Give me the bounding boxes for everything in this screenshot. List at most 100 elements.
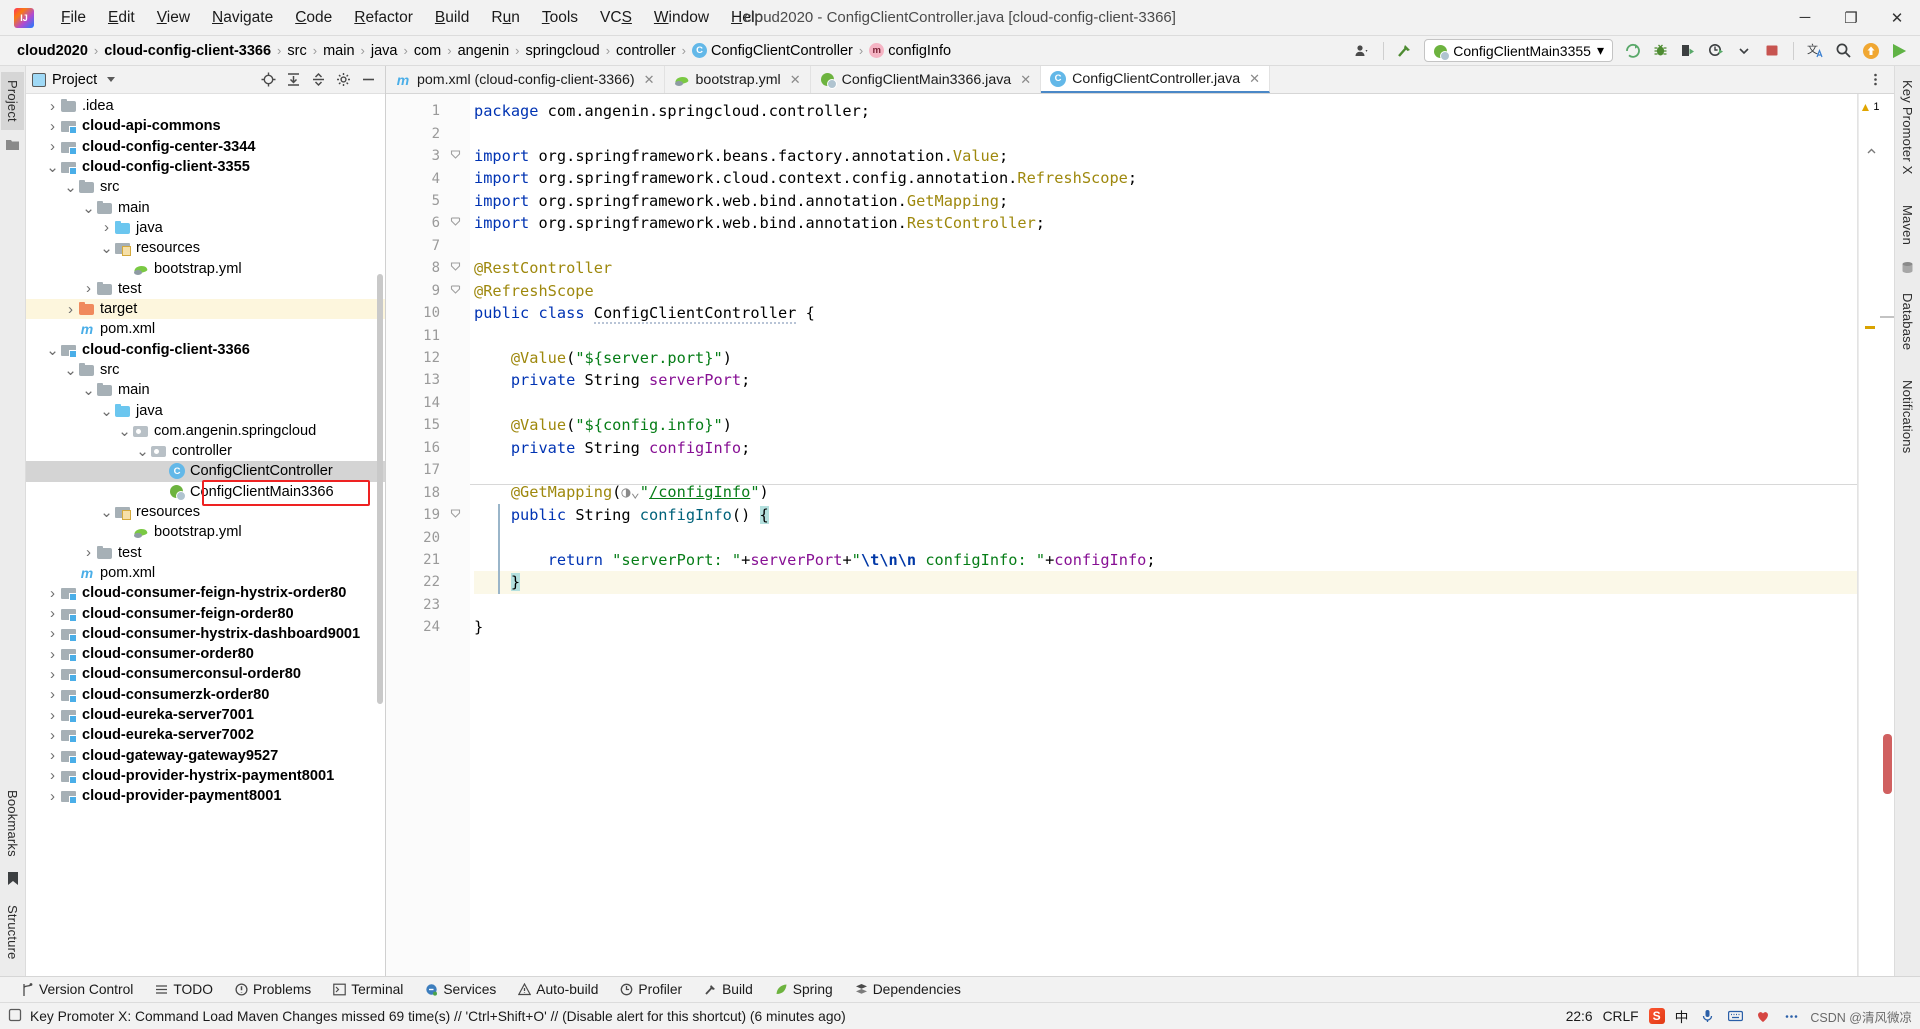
breadcrumb-item-configclientcontroller[interactable]: C ConfigClientController [687,41,858,61]
code-line-13[interactable]: private String serverPort; [474,369,1858,391]
menu-run[interactable]: Run [480,5,530,31]
code-line-12[interactable]: @Value("${server.port}") [474,347,1858,369]
menu-help[interactable]: Help [720,5,774,31]
code-line-4[interactable]: import org.springframework.cloud.context… [474,167,1858,189]
chevron-right-icon[interactable]: › [44,686,61,703]
settings-gear-icon[interactable] [332,69,354,91]
chevron-down-icon[interactable]: ⌄ [62,361,79,379]
stop-icon[interactable] [1759,39,1785,63]
editor-tab-configclientcontroller-java[interactable]: C ConfigClientController.java ✕ [1041,66,1270,93]
tree-item--idea[interactable]: › .idea [26,96,385,116]
search-everywhere-icon[interactable] [1830,39,1856,63]
scrollbar-thumb[interactable] [1883,734,1892,794]
code-line-2[interactable] [474,122,1858,144]
tree-item-main[interactable]: ⌄ main [26,380,385,400]
minimize-button[interactable]: ─ [1782,1,1828,35]
tray-more-icon[interactable] [1782,1007,1800,1025]
editor-scrollbar[interactable] [1880,94,1894,976]
menu-vcs[interactable]: VCS [589,5,643,31]
expand-all-icon[interactable] [282,69,304,91]
breadcrumb-item-cloud-config-client-3366[interactable]: cloud-config-client-3366 [99,41,276,61]
tree-item-cloud-gateway-gateway9527[interactable]: › cloud-gateway-gateway9527 [26,746,385,766]
tree-item-configclientmain3366[interactable]: ConfigClientMain3366 [26,482,385,502]
tool-window-profiler[interactable]: Profiler [609,980,693,999]
sidebar-item-key-promoter-x[interactable]: Key Promoter X [1896,72,1919,183]
chevron-right-icon[interactable]: › [98,219,115,236]
fold-start-icon[interactable] [450,261,461,275]
sidebar-item-database[interactable]: Database [1896,285,1919,358]
tree-scrollbar[interactable] [377,274,383,704]
tree-item-cloud-consumer-feign-hystrix-order80[interactable]: › cloud-consumer-feign-hystrix-order80 [26,583,385,603]
tree-item-src[interactable]: ⌄ src [26,177,385,197]
chevron-right-icon[interactable]: › [44,767,61,784]
chevron-right-icon[interactable]: › [80,544,97,561]
tree-item-cloud-eureka-server7002[interactable]: › cloud-eureka-server7002 [26,725,385,745]
run-configuration-selector[interactable]: ConfigClientMain3355 ▾ [1424,39,1613,62]
chevron-down-icon[interactable]: ⌄ [80,199,97,217]
breadcrumb-item-com[interactable]: com [409,41,446,61]
code-line-20[interactable] [474,526,1858,548]
tree-item-cloud-consumer-order80[interactable]: › cloud-consumer-order80 [26,644,385,664]
tool-window-services[interactable]: Services [414,980,507,999]
menu-code[interactable]: Code [284,5,343,31]
chevron-down-icon[interactable]: ⌄ [44,158,61,176]
tree-item-cloud-provider-payment8001[interactable]: › cloud-provider-payment8001 [26,786,385,806]
source-code[interactable]: package com.angenin.springcloud.controll… [470,94,1858,976]
code-line-19[interactable]: public String configInfo() { [474,504,1858,526]
tray-heart-icon[interactable] [1754,1007,1772,1025]
tree-item-resources[interactable]: ⌄ resources [26,502,385,522]
chevron-right-icon[interactable]: › [44,646,61,663]
breadcrumb-item-springcloud[interactable]: springcloud [521,41,605,61]
tree-item-cloud-provider-hystrix-payment8001[interactable]: › cloud-provider-hystrix-payment8001 [26,766,385,786]
tree-item-cloud-consumerzk-order80[interactable]: › cloud-consumerzk-order80 [26,685,385,705]
chevron-right-icon[interactable]: › [44,98,61,115]
chevron-right-icon[interactable]: › [44,727,61,744]
code-line-8[interactable]: @RestController [474,257,1858,279]
code-line-3[interactable]: import org.springframework.beans.factory… [474,145,1858,167]
keyboard-icon[interactable] [1726,1007,1744,1025]
play-green-icon[interactable] [1886,39,1912,63]
menu-build[interactable]: Build [424,5,480,31]
breadcrumb-item-cloud2020[interactable]: cloud2020 [12,41,93,61]
sidebar-item-project[interactable]: Project [1,72,24,130]
code-line-7[interactable] [474,235,1858,257]
code-line-10[interactable]: public class ConfigClientController { [474,302,1858,324]
tree-item-test[interactable]: › test [26,279,385,299]
chevron-down-icon[interactable]: ⌄ [98,239,115,257]
tree-item-main[interactable]: ⌄ main [26,197,385,217]
code-editor[interactable]: 1 2 3 4 5 6 7 8 9 10 11 12 13 14 15 16 17 18 19 20 21 22 23 24 … [386,94,1894,976]
tool-window-todo[interactable]: TODO [144,980,224,999]
code-line-21[interactable]: return "serverPort: "+serverPort+"\t\n\n… [474,549,1858,571]
status-message[interactable]: Key Promoter X: Command Load Maven Chang… [30,1009,846,1024]
tree-item-cloud-consumer-feign-order80[interactable]: › cloud-consumer-feign-order80 [26,603,385,623]
code-line-6[interactable]: import org.springframework.web.bind.anno… [474,212,1858,234]
tree-item-configclientcontroller[interactable]: C ConfigClientController [26,461,385,482]
fold-start-icon[interactable] [450,149,461,163]
close-button[interactable]: ✕ [1874,1,1920,35]
fold-start-icon[interactable] [450,508,461,522]
code-line-9[interactable]: @RefreshScope [474,280,1858,302]
breadcrumb-item-main[interactable]: main [318,41,359,61]
tree-item-cloud-consumer-hystrix-dashboard9001[interactable]: › cloud-consumer-hystrix-dashboard9001 [26,624,385,644]
tool-window-problems[interactable]: Problems [224,980,322,999]
tree-item-pom-xml[interactable]: m pom.xml [26,319,385,339]
tool-window-dependencies[interactable]: Dependencies [844,980,972,999]
menu-view[interactable]: View [146,5,201,31]
close-icon[interactable]: ✕ [1249,71,1260,87]
line-separator[interactable]: CRLF [1603,1009,1639,1024]
tree-item-cloud-config-client-3366[interactable]: ⌄ cloud-config-client-3366 [26,340,385,360]
chevron-right-icon[interactable]: › [62,301,79,318]
chevron-right-icon[interactable]: › [44,747,61,764]
maximize-button[interactable]: ❐ [1828,1,1874,35]
tool-window-auto-build[interactable]: Auto-build [507,980,609,999]
fold-end-icon[interactable] [450,216,461,230]
tree-item-target[interactable]: › target [26,298,385,320]
ime-cn-icon[interactable]: 中 [1675,1006,1689,1026]
tree-item-java[interactable]: ⌄ java [26,400,385,420]
code-line-14[interactable] [474,392,1858,414]
chevron-right-icon[interactable]: › [44,138,61,155]
close-icon[interactable]: ✕ [644,72,655,88]
menu-file[interactable]: File [50,5,97,31]
tree-item-cloud-api-commons[interactable]: › cloud-api-commons [26,116,385,136]
fold-end-icon[interactable] [450,284,461,298]
